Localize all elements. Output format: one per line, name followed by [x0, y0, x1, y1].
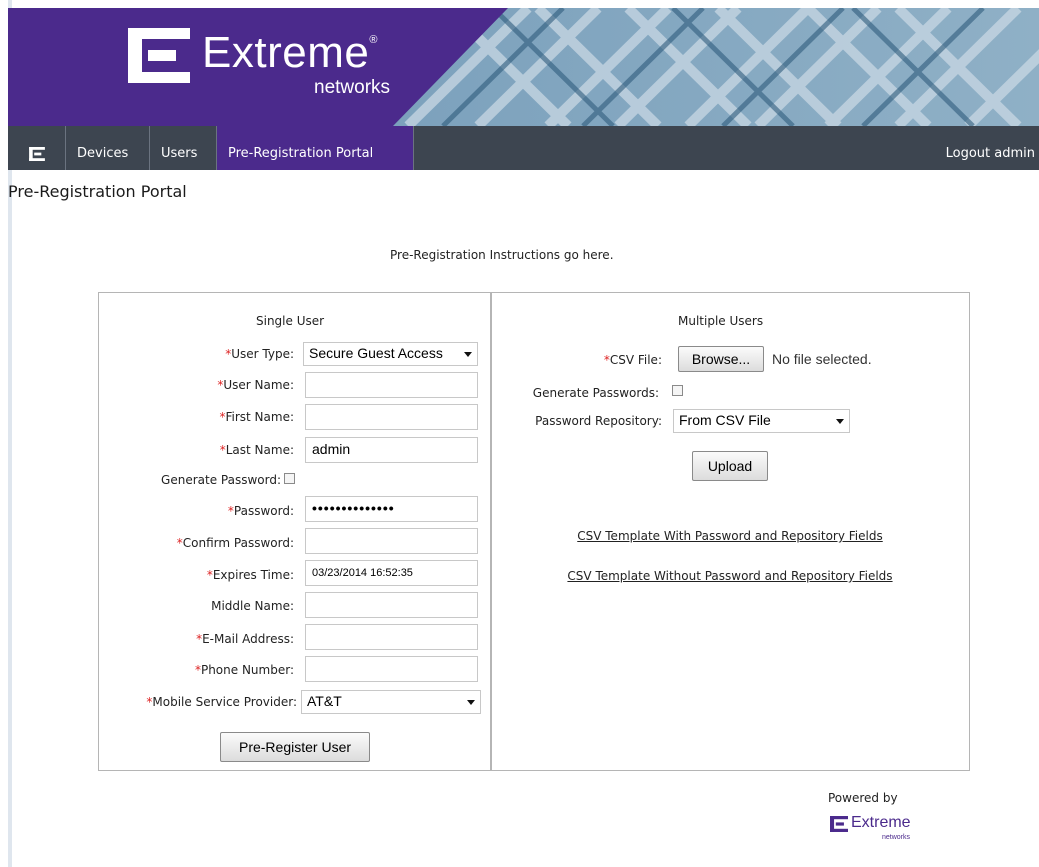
extreme-logo-icon: [830, 816, 848, 832]
middle-name-input[interactable]: [305, 592, 478, 618]
last-name-label: *Last Name:: [219, 443, 294, 457]
nav-bar: Devices Users Pre-Registration Portal Lo…: [8, 126, 1039, 170]
generate-password-label: Generate Password:: [161, 473, 281, 487]
phone-number-input[interactable]: [305, 656, 478, 682]
upload-button[interactable]: Upload: [692, 451, 768, 481]
user-name-input[interactable]: [305, 372, 478, 398]
generate-passwords-checkbox[interactable]: [672, 385, 683, 396]
user-type-label: *User Type:: [225, 347, 294, 361]
user-name-label: *User Name:: [217, 378, 294, 392]
first-name-label: *First Name:: [219, 410, 294, 424]
nav-tab-pre-registration-portal[interactable]: Pre-Registration Portal: [217, 126, 414, 170]
nav-home-button[interactable]: [8, 126, 66, 170]
generate-passwords-label: Generate Passwords:: [532, 386, 659, 400]
email-input[interactable]: [305, 624, 478, 650]
extreme-logo-icon: [128, 28, 190, 83]
expires-time-label: *Expires Time:: [206, 568, 294, 582]
csv-template-with-password-link[interactable]: CSV Template With Password and Repositor…: [520, 529, 940, 543]
brand-name: Extreme®: [202, 28, 378, 77]
chevron-down-icon: [467, 700, 475, 705]
powered-by-text: Powered by: [828, 791, 898, 805]
password-input[interactable]: ••••••••••••••: [305, 496, 478, 522]
panel-divider: [490, 292, 492, 771]
footer-logo-name: Extreme: [851, 814, 911, 831]
confirm-password-label: *Confirm Password:: [176, 536, 294, 550]
chevron-down-icon: [464, 352, 472, 357]
extreme-logo-icon: [28, 147, 45, 161]
phone-number-label: *Phone Number:: [194, 663, 294, 677]
logout-link[interactable]: Logout admin: [946, 126, 1035, 182]
instructions-text: Pre-Registration Instructions go here.: [390, 248, 614, 262]
nav-tab-users[interactable]: Users: [150, 126, 217, 170]
mobile-provider-label: *Mobile Service Provider:: [146, 695, 297, 709]
file-status-text: No file selected.: [772, 351, 872, 367]
csv-template-without-password-link[interactable]: CSV Template Without Password and Reposi…: [540, 564, 920, 588]
email-label: *E-Mail Address:: [196, 632, 294, 646]
browse-button[interactable]: Browse...: [678, 346, 764, 372]
footer-logo-sub: networks: [882, 834, 911, 841]
pre-register-user-button[interactable]: Pre-Register User: [220, 732, 370, 762]
footer-logo: Extreme networks: [830, 814, 950, 850]
password-repository-select[interactable]: From CSV File: [673, 409, 850, 433]
header-banner: Extreme® networks: [8, 8, 1039, 126]
mobile-provider-select[interactable]: AT&T: [301, 690, 481, 714]
middle-name-label: Middle Name:: [211, 599, 294, 613]
last-name-input[interactable]: admin: [305, 437, 478, 463]
user-type-select[interactable]: Secure Guest Access: [303, 342, 478, 366]
first-name-input[interactable]: [305, 404, 478, 430]
confirm-password-input[interactable]: [305, 528, 478, 554]
page-title: Pre-Registration Portal: [8, 182, 187, 201]
expires-time-input[interactable]: 03/23/2014 16:52:35: [305, 560, 478, 586]
password-repository-label: Password Repository:: [535, 414, 662, 428]
nav-tab-devices[interactable]: Devices: [66, 126, 150, 170]
multiple-users-heading: Multiple Users: [678, 314, 764, 328]
password-label: *Password:: [227, 504, 294, 518]
chevron-down-icon: [836, 419, 844, 424]
brand-subtitle: networks: [314, 77, 391, 98]
generate-password-checkbox[interactable]: [284, 473, 295, 484]
csv-file-label: *CSV File:: [603, 353, 662, 367]
single-user-heading: Single User: [256, 314, 325, 328]
